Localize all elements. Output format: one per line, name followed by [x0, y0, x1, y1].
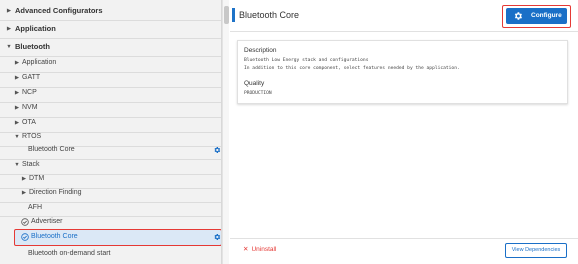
page-title: Bluetooth Core	[239, 10, 300, 20]
tree-item-bluetooth-on-demand-start[interactable]: Bluetooth on-demand start	[0, 245, 221, 263]
caret-right-icon: ▶	[6, 26, 12, 32]
check-circle-icon	[21, 233, 29, 241]
tree-scrollbar[interactable]	[222, 0, 229, 264]
component-detail-panel: Bluetooth Core Configure Description Blu…	[230, 0, 578, 264]
caret-right-icon: ▶	[6, 8, 12, 14]
description-card: Description Bluetooth Low Energy stack a…	[237, 40, 568, 104]
title-accent-bar	[232, 8, 235, 22]
gear-icon[interactable]	[213, 233, 221, 241]
tree-item-bluetooth-core-selected[interactable]: Bluetooth Core	[0, 228, 221, 246]
divider	[230, 31, 578, 32]
gear-icon	[514, 12, 522, 20]
uninstall-button[interactable]: ✕ Uninstall	[243, 245, 276, 255]
view-dependencies-button[interactable]: View Dependencies	[505, 243, 567, 258]
gear-icon[interactable]	[213, 146, 221, 154]
configure-button[interactable]: Configure	[506, 8, 567, 24]
check-circle-icon	[21, 218, 29, 226]
scrollbar-thumb[interactable]	[224, 6, 229, 24]
quality-value: PRODUCTION	[244, 91, 272, 96]
description-heading: Description	[244, 47, 277, 54]
tree-item-application[interactable]: ▶ Application	[0, 20, 221, 38]
tree-item-advanced-configurators[interactable]: ▶ Advanced Configurators	[0, 2, 221, 20]
component-tree: ▶ Advanced Configurators ▶ Application ▼…	[0, 0, 222, 264]
description-line: In addition to this core component, sele…	[244, 66, 460, 71]
configure-label: Configure	[531, 12, 562, 19]
close-icon: ✕	[243, 246, 249, 253]
quality-heading: Quality	[244, 80, 265, 87]
description-line: Bluetooth Low Energy stack and configura…	[244, 58, 369, 63]
divider	[230, 238, 578, 239]
